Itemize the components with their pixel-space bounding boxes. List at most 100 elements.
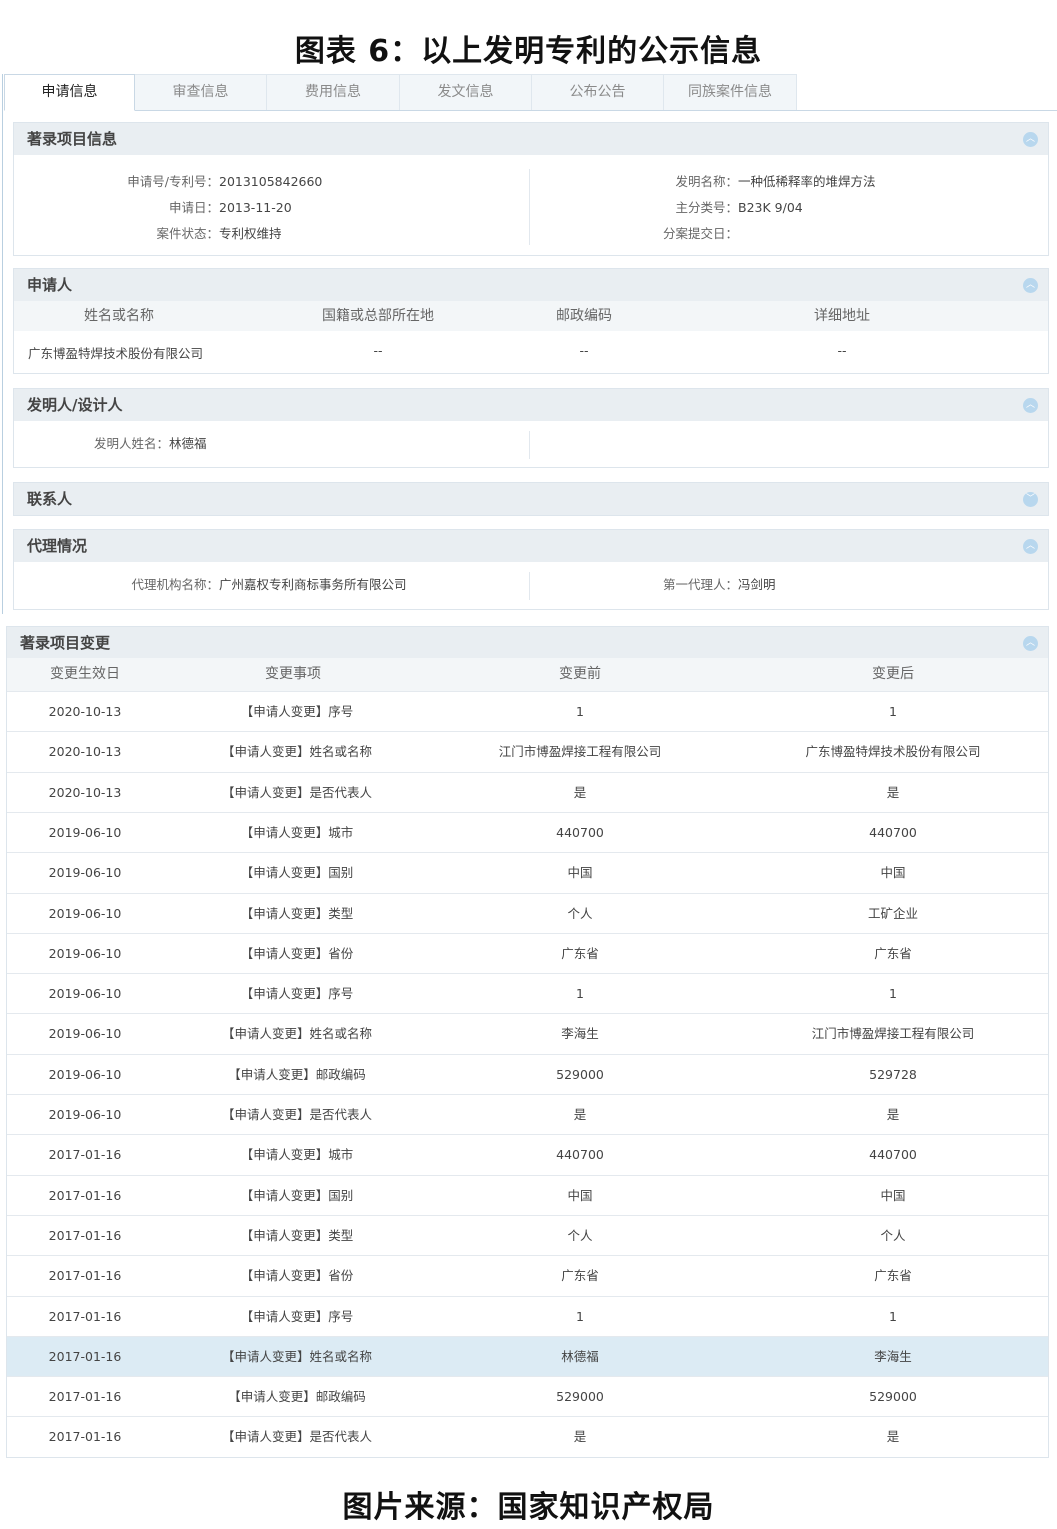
chevron-up-icon[interactable]: ︿ [1023,132,1038,147]
table-row[interactable]: 2019-06-10 【申请人变更】是否代表人 是 是 [7,1094,1048,1134]
value-before: 529000 [556,1066,604,1082]
change-item: 【申请人变更】城市 [240,824,354,840]
value-before: 个人 [567,905,593,921]
change-date: 2019-06-10 [48,865,122,881]
table-row[interactable]: 2020-10-13 【申请人变更】姓名或名称 江门市博盈焊接工程有限公司 广东博盈特… [7,731,1048,771]
table-row[interactable]: 2017-01-16 【申请人变更】省份 广东省 广东省 [7,1255,1048,1295]
table-row[interactable]: 2019-06-10 【申请人变更】城市 440700 440700 [7,811,1048,852]
division-date-field: 分案提交日： [594,223,738,242]
tab-examination-info[interactable]: 审查信息 [135,74,267,110]
divider [529,572,530,600]
figure-source: 图片来源：国家知识产权局 [342,1490,715,1525]
applicant-address: -- [837,343,847,358]
value-after: 广东省 [874,1268,912,1284]
agency-panel: 代理情况 ︿ 代理机构名称：广州嘉权专利商标事务所有限公司 第一代理人：冯剑明 [13,529,1049,610]
change-item: 【申请人变更】是否代表人 [221,1107,372,1122]
table-row[interactable]: 2020-10-13 【申请人变更】是否代表人 是 是 [7,771,1048,812]
changes-table-header: 变更生效日 变更事项 变更前 变更后 [7,658,1048,691]
value-before: 个人 [567,1227,593,1243]
app-date-field: 申请日：2013-11-20 [74,197,292,216]
patent-info-screenshot: 申请信息 审查信息 费用信息 发文信息 公布公告 同族案件信息 著录项目信息 ︿… [0,74,1057,614]
field-value: 林德福 [169,436,207,451]
value-before: 440700 [556,824,604,840]
change-date: 2019-06-10 [48,905,122,921]
agency-org-field: 代理机构名称：广州嘉权专利商标事务所有限公司 [74,574,407,593]
value-after: 个人 [880,1227,906,1243]
inventor-panel-header[interactable]: 发明人/设计人 ︿ [14,389,1048,421]
table-row[interactable]: 2017-01-16 【申请人变更】序号 1 1 [7,1295,1048,1336]
change-item: 【申请人变更】省份 [240,1268,354,1284]
column-header: 国籍或总部所在地 [322,308,434,324]
tab-bar: 申请信息 审查信息 费用信息 发文信息 公布公告 同族案件信息 [4,74,1057,111]
chevron-up-icon[interactable]: ︿ [1023,398,1038,413]
value-after: 工矿企业 [867,905,918,921]
tab-application-info[interactable]: 申请信息 [4,74,135,111]
column-header: 姓名或名称 [84,308,154,324]
contact-panel-header[interactable]: 联系人 ﹀ [14,483,1048,515]
field-label: 申请号/专利号： [127,174,219,189]
change-date: 2017-01-16 [48,1429,122,1445]
change-date: 2019-06-10 [48,1066,122,1082]
tab-notice-info[interactable]: 发文信息 [400,74,532,110]
tab-family-cases[interactable]: 同族案件信息 [664,74,797,110]
value-after: 中国 [880,1187,906,1203]
applicant-name: 广东博盈特焊技术股份有限公司 [28,346,204,361]
value-after: 529728 [869,1066,917,1082]
table-row[interactable]: 2017-01-16 【申请人变更】邮政编码 529000 529000 [7,1376,1048,1416]
agency-panel-header[interactable]: 代理情况 ︿ [14,530,1048,562]
value-before: 李海生 [561,1026,599,1042]
change-item: 【申请人变更】姓名或名称 [221,1348,372,1364]
tab-fee-info[interactable]: 费用信息 [267,74,400,110]
applicant-table-header: 姓名或名称 国籍或总部所在地 邮政编码 详细地址 [14,301,1048,331]
value-before: 广东省 [561,1268,599,1284]
panel-title: 联系人 [27,490,73,508]
value-after: 广东省 [874,945,912,961]
change-item: 【申请人变更】是否代表人 [221,784,372,800]
field-value: 2013-11-20 [219,200,292,215]
value-after: 是 [886,1429,900,1445]
value-after: 1 [889,704,897,719]
changes-panel-header[interactable]: 著录项目变更 ︿ [7,627,1048,658]
tab-publication[interactable]: 公布公告 [532,74,664,110]
chevron-up-icon[interactable]: ︿ [1023,539,1038,554]
table-row[interactable]: 2017-01-16 【申请人变更】国别 中国 中国 [7,1174,1048,1215]
table-row[interactable]: 2019-06-10 【申请人变更】序号 1 1 [7,973,1048,1013]
field-label: 发明名称： [675,174,738,189]
change-item: 【申请人变更】省份 [240,945,354,961]
table-row[interactable]: 2017-01-16 【申请人变更】城市 440700 440700 [7,1134,1048,1174]
table-row[interactable]: 2017-01-16 【申请人变更】是否代表人 是 是 [7,1416,1048,1456]
table-row[interactable]: 2020-10-13 【申请人变更】序号 1 1 [7,691,1048,731]
table-row[interactable]: 2019-06-10 【申请人变更】省份 广东省 广东省 [7,932,1048,973]
value-before: 529000 [556,1389,604,1405]
change-item: 【申请人变更】序号 [240,704,354,719]
field-label: 分案提交日： [662,226,738,241]
change-date: 2017-01-16 [48,1227,122,1243]
app-number-field: 申请号/专利号：2013105842660 [74,171,322,190]
change-date: 2019-06-10 [48,945,122,961]
panel-title: 著录项目变更 [20,634,111,652]
inventor-panel: 发明人/设计人 ︿ 发明人姓名：林德福 [13,388,1049,468]
chevron-down-icon[interactable]: ﹀ [1023,492,1038,507]
table-row[interactable]: 2019-06-10 【申请人变更】类型 个人 工矿企业 [7,892,1048,933]
chevron-up-icon[interactable]: ︿ [1023,278,1038,293]
applicant-panel-header[interactable]: 申请人 ︿ [14,269,1048,301]
panel-title: 发明人/设计人 [27,396,123,414]
table-row[interactable]: 2017-01-16 【申请人变更】姓名或名称 林德福 李海生 [7,1335,1048,1376]
table-row[interactable]: 2019-06-10 【申请人变更】姓名或名称 李海生 江门市博盈焊接工程有限公司 [7,1013,1048,1053]
field-label: 代理机构名称： [131,577,219,592]
table-row[interactable]: 2019-06-10 【申请人变更】邮政编码 529000 529728 [7,1053,1048,1094]
change-item: 【申请人变更】邮政编码 [228,1389,366,1405]
value-before: 1 [576,986,584,1002]
panel-title: 申请人 [27,276,73,294]
field-value: 广州嘉权专利商标事务所有限公司 [219,577,407,592]
change-item: 【申请人变更】国别 [240,1187,354,1203]
chevron-up-icon[interactable]: ︿ [1023,636,1038,651]
biblio-panel-header[interactable]: 著录项目信息 ︿ [14,123,1048,155]
value-after: 1 [889,986,897,1002]
value-before: 中国 [567,1187,593,1203]
table-row[interactable]: 2017-01-16 【申请人变更】类型 个人 个人 [7,1214,1048,1255]
value-before: 林德福 [561,1348,599,1364]
table-row[interactable]: 2019-06-10 【申请人变更】国别 中国 中国 [7,852,1048,892]
field-value: 一种低稀释率的堆焊方法 [738,174,876,189]
value-before: 440700 [556,1147,604,1163]
